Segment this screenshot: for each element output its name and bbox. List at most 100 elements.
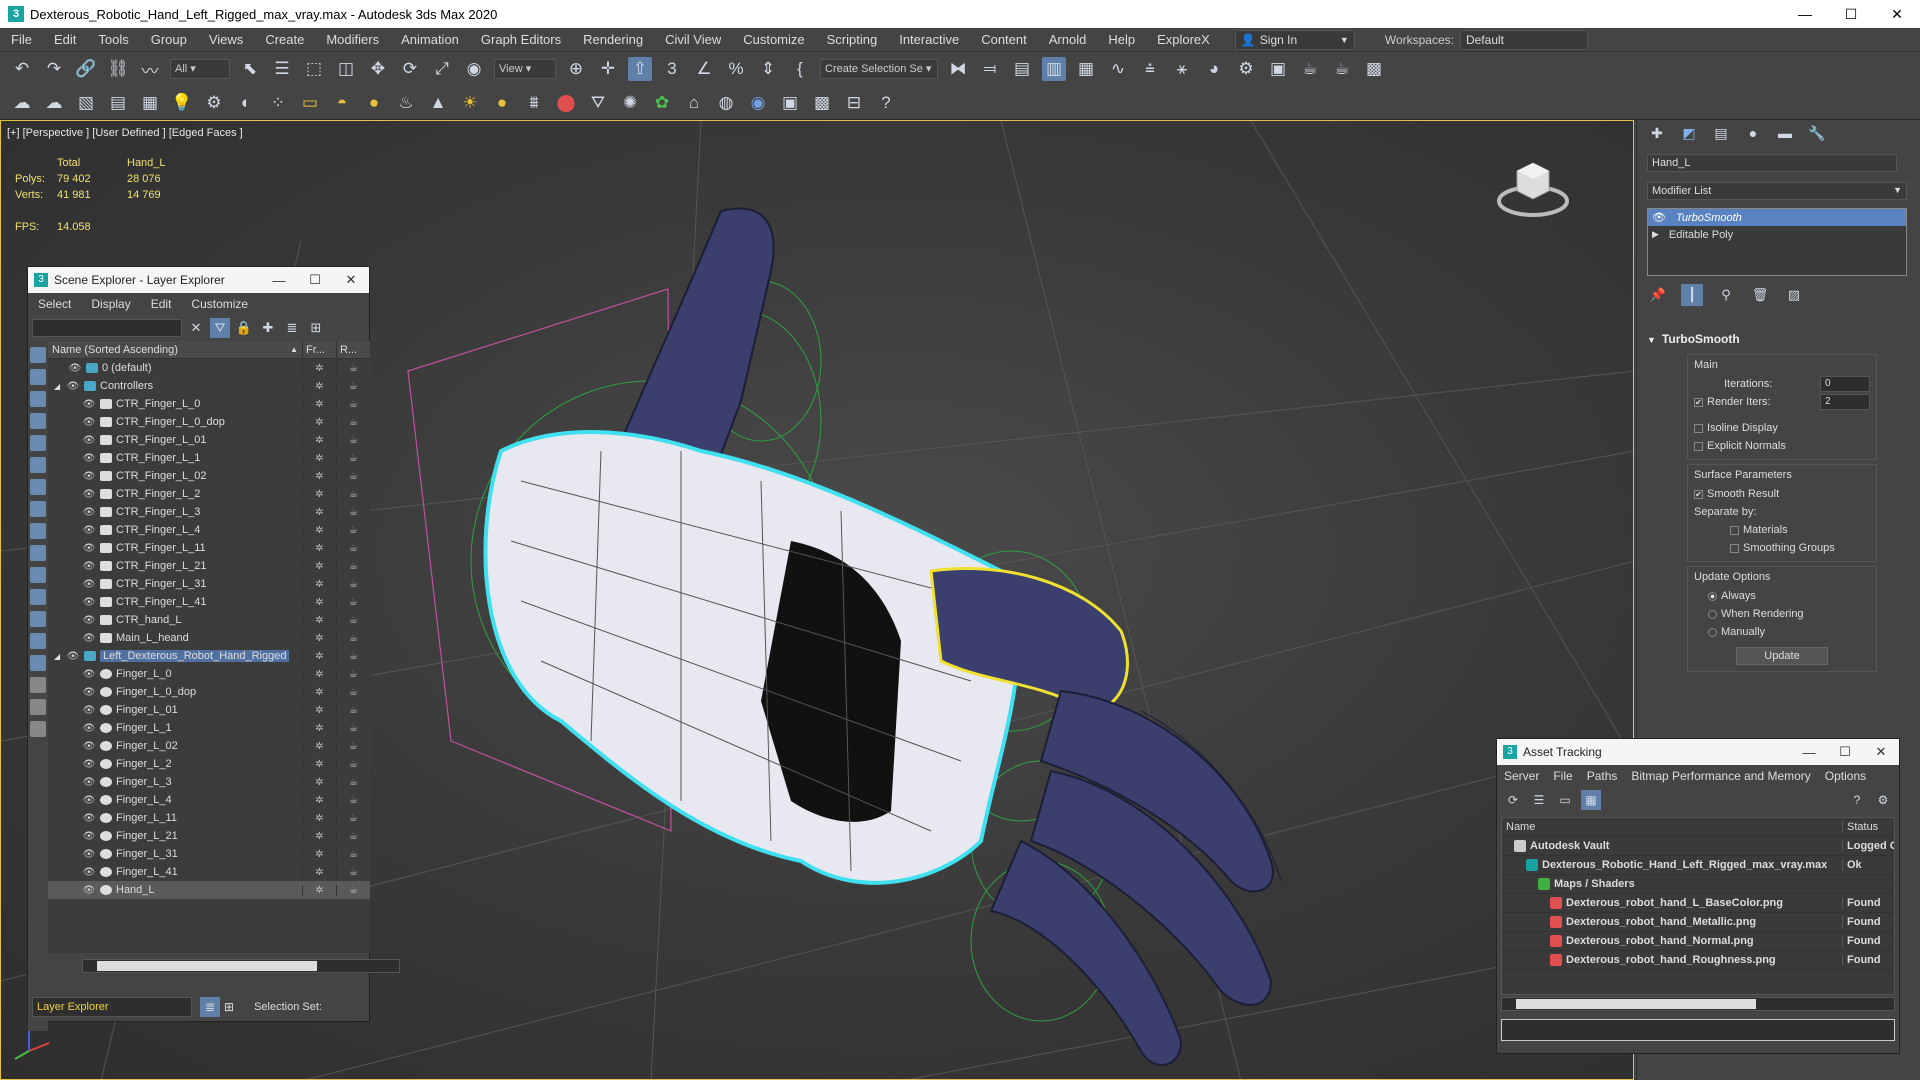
renderable-toggle-icon[interactable]: ☕ xyxy=(336,668,370,680)
display-none-icon[interactable] xyxy=(30,633,46,649)
funnel-icon[interactable] xyxy=(30,677,46,693)
ribbon-icon[interactable]: ▦ xyxy=(1074,57,1098,81)
asset-row[interactable]: Autodesk Vault Logged C xyxy=(1502,837,1894,856)
rotate-icon[interactable]: ⟳ xyxy=(398,57,422,81)
freeze-toggle-icon[interactable]: ✲ xyxy=(302,830,336,842)
renderable-toggle-icon[interactable]: ☕ xyxy=(336,416,370,428)
tree-row[interactable]: 👁 CTR_Finger_L_2 ✲ ☕ xyxy=(48,485,370,503)
search-input[interactable] xyxy=(32,319,182,337)
horizontal-scrollbar[interactable] xyxy=(1501,997,1895,1011)
layer-explorer-icon[interactable]: ▥ xyxy=(1042,57,1066,81)
lights-filter-icon[interactable] xyxy=(30,391,46,407)
name-column-header[interactable]: Name xyxy=(1502,821,1842,833)
display-all-icon[interactable] xyxy=(30,611,46,627)
tree-row[interactable]: 👁 CTR_Finger_L_0_dop ✲ ☕ xyxy=(48,413,370,431)
menu-group[interactable]: Group xyxy=(140,32,198,47)
angle-snap-icon[interactable]: ∠ xyxy=(692,57,716,81)
frozen-filter-icon[interactable] xyxy=(30,567,46,583)
spot-light-icon[interactable]: ▲ xyxy=(426,91,450,115)
hair-icon[interactable]: ⩩ xyxy=(522,91,546,115)
freeze-toggle-icon[interactable]: ✲ xyxy=(302,650,336,662)
renderable-toggle-icon[interactable]: ☕ xyxy=(336,470,370,482)
visibility-eye-icon[interactable]: 👁 xyxy=(82,399,96,410)
hierarchy-icon[interactable]: ⊞ xyxy=(306,318,326,338)
isoline-checkbox[interactable] xyxy=(1694,423,1703,433)
tree-row[interactable]: 👁 Main_L_heand ✲ ☕ xyxy=(48,629,370,647)
explicit-normals-checkbox[interactable] xyxy=(1694,441,1703,451)
cameras-filter-icon[interactable] xyxy=(30,413,46,429)
show-end-result-icon[interactable]: ┃ xyxy=(1681,284,1703,306)
asset-row[interactable]: Dexterous_robot_hand_Normal.png Found xyxy=(1502,932,1894,951)
tree-row[interactable]: 👁 CTR_hand_L ✲ ☕ xyxy=(48,611,370,629)
tree-row[interactable]: ◢ 👁 Left_Dexterous_Robot_Hand_Rigged ✲ ☕ xyxy=(48,647,370,665)
visibility-eye-icon[interactable]: 👁 xyxy=(82,597,96,608)
freeze-toggle-icon[interactable]: ✲ xyxy=(302,614,336,626)
menu-animation[interactable]: Animation xyxy=(390,32,470,47)
freeze-toggle-icon[interactable]: ✲ xyxy=(302,848,336,860)
menu-create[interactable]: Create xyxy=(254,32,315,47)
renderable-toggle-icon[interactable]: ☕ xyxy=(336,740,370,752)
visibility-eye-icon[interactable]: 👁 xyxy=(82,867,96,878)
visibility-eye-icon[interactable]: 👁 xyxy=(82,885,96,896)
bind-space-warp-icon[interactable]: 〰 xyxy=(138,57,162,81)
visibility-eye-icon[interactable]: 👁 xyxy=(82,669,96,680)
freeze-toggle-icon[interactable]: ✲ xyxy=(302,866,336,878)
remove-modifier-icon[interactable]: 🗑 xyxy=(1749,284,1771,306)
edit-named-sets-icon[interactable]: { xyxy=(788,57,812,81)
tree-row[interactable]: 👁 Finger_L_41 ✲ ☕ xyxy=(48,863,370,881)
at-menu-paths[interactable]: Paths xyxy=(1580,769,1625,783)
globe-icon[interactable]: ◉ xyxy=(746,91,770,115)
tree-row[interactable]: 👁 Finger_L_4 ✲ ☕ xyxy=(48,791,370,809)
mirror-icon[interactable]: ⧓ xyxy=(946,57,970,81)
sphere-light-icon[interactable]: ● xyxy=(362,91,386,115)
table-icon[interactable]: ▤ xyxy=(106,91,130,115)
horizontal-scrollbar[interactable] xyxy=(82,959,400,973)
asset-row[interactable]: Dexterous_robot_hand_L_BaseColor.png Foun… xyxy=(1502,894,1894,913)
at-menu-bitmap[interactable]: Bitmap Performance and Memory xyxy=(1624,769,1817,783)
freeze-toggle-icon[interactable]: ✲ xyxy=(302,398,336,410)
menu-modifiers[interactable]: Modifiers xyxy=(315,32,390,47)
freeze-toggle-icon[interactable]: ✲ xyxy=(302,686,336,698)
filter-settings-icon[interactable] xyxy=(30,699,46,715)
align-icon[interactable]: ⫤ xyxy=(978,57,1002,81)
renderable-toggle-icon[interactable]: ☕ xyxy=(336,596,370,608)
visibility-eye-icon[interactable]: 👁 xyxy=(82,417,96,428)
renderable-toggle-icon[interactable]: ☕ xyxy=(336,776,370,788)
ref-coord-dropdown[interactable]: View ▾ xyxy=(494,59,556,79)
rendered-frame-icon[interactable]: ▣ xyxy=(1266,57,1290,81)
visibility-eye-icon[interactable]: 👁 xyxy=(66,381,80,392)
tree-row[interactable]: 👁 CTR_Finger_L_3 ✲ ☕ xyxy=(48,503,370,521)
visibility-eye-icon[interactable]: 👁 xyxy=(82,759,96,770)
ambient-light-icon[interactable]: ● xyxy=(490,91,514,115)
name-column-header[interactable]: Name (Sorted Ascending) ▲ xyxy=(48,341,302,358)
dots-icon[interactable]: ⁘ xyxy=(266,91,290,115)
menu-scripting[interactable]: Scripting xyxy=(816,32,889,47)
minimize-button[interactable]: — xyxy=(261,273,297,288)
list-view-icon[interactable]: ☰ xyxy=(1529,790,1549,810)
tree-row[interactable]: 👁 CTR_Finger_L_0 ✲ ☕ xyxy=(48,395,370,413)
renderable-toggle-icon[interactable]: ☕ xyxy=(336,794,370,806)
freeze-toggle-icon[interactable]: ✲ xyxy=(302,416,336,428)
tree-row[interactable]: 👁 0 (default) ✲ ☕ xyxy=(48,359,370,377)
filter-icon[interactable]: ⛛ xyxy=(210,318,230,338)
maximize-button[interactable]: ☐ xyxy=(297,272,333,288)
redo-icon[interactable]: ↷ xyxy=(42,57,66,81)
scene-explorer-titlebar[interactable]: 3 Scene Explorer - Layer Explorer — ☐ ✕ xyxy=(28,267,369,293)
visibility-eye-icon[interactable]: 👁 xyxy=(82,543,96,554)
configure-modifier-sets-icon[interactable]: ▨ xyxy=(1783,284,1805,306)
spacewarps-filter-icon[interactable] xyxy=(30,457,46,473)
close-button[interactable]: ✕ xyxy=(1874,0,1920,28)
menu-edit[interactable]: Edit xyxy=(43,32,87,47)
se-menu-edit[interactable]: Edit xyxy=(141,297,182,311)
se-menu-select[interactable]: Select xyxy=(28,297,81,311)
renderable-toggle-icon[interactable]: ☕ xyxy=(336,362,370,374)
rollout-header[interactable]: ▼ TurboSmooth xyxy=(1637,332,1920,350)
scene-explorer-window[interactable]: 3 Scene Explorer - Layer Explorer — ☐ ✕ … xyxy=(27,266,400,1031)
tree-row[interactable]: 👁 CTR_Finger_L_41 ✲ ☕ xyxy=(48,593,370,611)
modifier-list-dropdown[interactable]: Modifier List ▼ xyxy=(1647,182,1907,200)
stack-item-editable-poly[interactable]: ▶ Editable Poly xyxy=(1648,226,1906,243)
when-rendering-radio[interactable] xyxy=(1708,609,1717,619)
renderable-toggle-icon[interactable]: ☕ xyxy=(336,866,370,878)
expand-arrow-icon[interactable]: ◢ xyxy=(54,652,66,661)
bones-filter-icon[interactable] xyxy=(30,523,46,539)
